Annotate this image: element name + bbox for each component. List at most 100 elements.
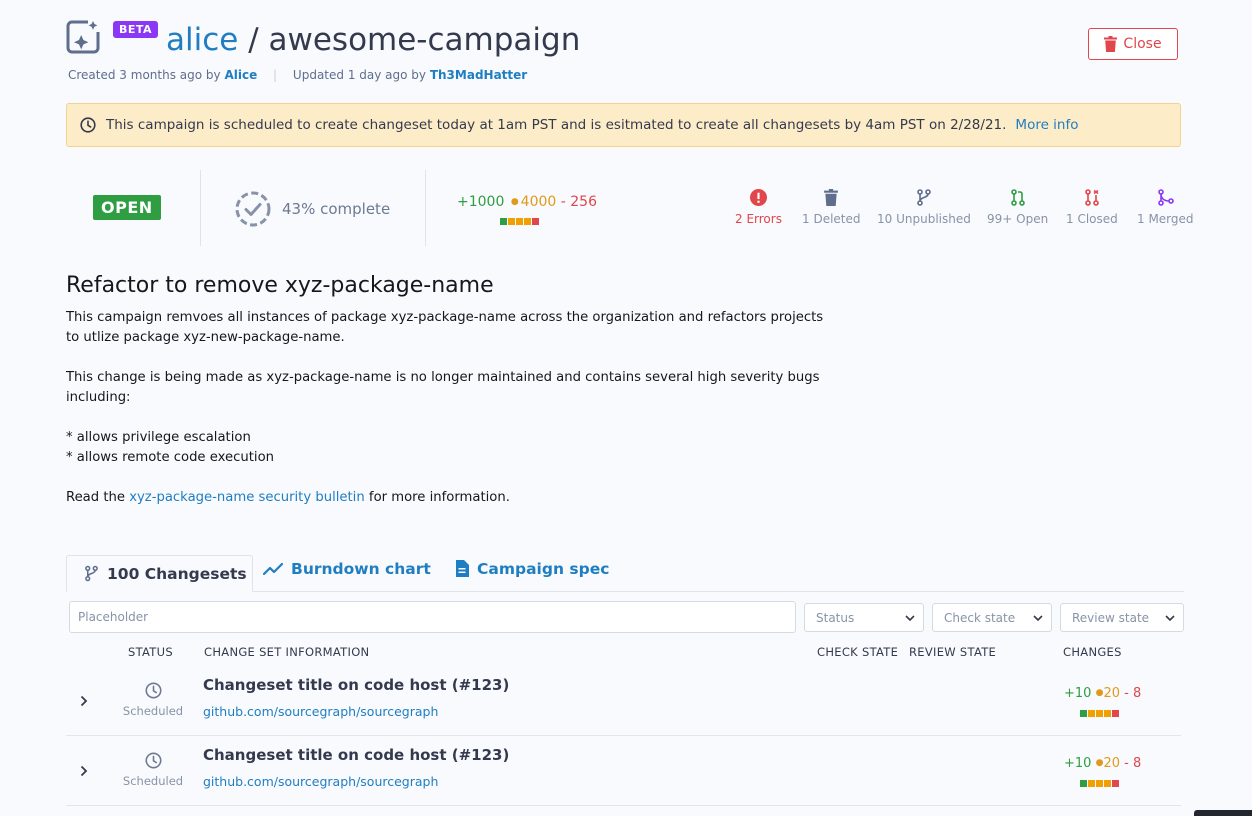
campaign-icon [66,18,102,54]
changeset-title-link[interactable]: Changeset title on code host (#123) [203,746,509,764]
tab-campaign-spec-label: Campaign spec [477,559,610,578]
description-paragraph: This campaign remvoes all instances of p… [66,310,824,345]
chevron-down-icon [905,614,915,621]
stat-closed[interactable]: 1 Closed [1066,189,1118,226]
close-campaign-button[interactable]: Close [1088,28,1178,60]
stat-open[interactable]: 99+ Open [987,189,1048,226]
row-status: Scheduled [116,682,190,718]
diff-bar-changed [1104,780,1111,787]
lines-added: +1000 [457,194,505,210]
column-header-status: STATUS [128,645,173,659]
diff-bar-changed [1096,710,1103,717]
progress-summary: 43% complete [234,190,390,228]
namespace-link[interactable]: alice [166,22,238,58]
diff-stat: +1000 ● 4000 - 256 [457,194,597,210]
stat-deleted[interactable]: 1 Deleted [802,189,861,226]
pull-request-open-icon [1010,189,1025,206]
stat-merged-label: 1 Merged [1137,212,1194,226]
git-branch-icon [917,189,931,206]
table-row: Scheduled Changeset title on code host (… [66,736,1181,806]
column-header-info: CHANGE SET INFORMATION [204,645,370,659]
trash-icon [824,189,839,206]
diff-bar [1080,710,1119,717]
diff-bar-changed [516,218,523,225]
expand-chevron-icon[interactable] [80,692,88,711]
campaign-meta: Created 3 months ago by Alice | Updated … [68,68,527,82]
stat-open-label: 99+ Open [987,212,1049,226]
changeset-search-input[interactable]: Placeholder [69,601,796,633]
clock-icon [144,752,162,769]
diff-bar-changed [524,218,531,225]
changeset-title-link[interactable]: Changeset title on code host (#123) [203,676,509,694]
review-state-select[interactable]: Review state [1060,603,1184,632]
schedule-banner: This campaign is scheduled to create cha… [66,103,1181,147]
lines-changed: 20 [1103,756,1120,771]
diff-bar [1080,780,1119,787]
security-bulletin-link[interactable]: xyz-package-name security bulletin [129,490,365,505]
row-diff-stat: +10 ●20 - 8 [1064,686,1141,701]
row-status: Scheduled [116,752,190,788]
campaign-name: awesome-campaign [268,22,581,58]
stat-merged[interactable]: 1 Merged [1137,189,1194,226]
lines-deleted: - 256 [560,194,597,210]
table-row: Scheduled Changeset title on code host (… [66,666,1181,736]
description-paragraph: Read the xyz-package-name security bulle… [66,488,826,508]
diff-bar-deleted [532,218,539,225]
divider [200,170,201,246]
stat-errors[interactable]: 2 Errors [735,189,782,226]
description-bullet: * allows privilege escalation [66,430,251,445]
repository-link[interactable]: github.com/sourcegraph/sourcegraph [203,774,438,789]
row-status-label: Scheduled [122,774,184,788]
diff-bar-changed [508,218,515,225]
updated-by-link[interactable]: Th3MadHatter [430,68,527,82]
diff-bar-changed [1104,710,1111,717]
campaign-description-title: Refactor to remove xyz-package-name [66,273,494,298]
status-select-label: Status [816,610,855,625]
diff-bar-deleted [1112,710,1119,717]
stat-deleted-label: 1 Deleted [802,212,861,226]
stat-errors-label: 2 Errors [735,212,782,226]
diff-bar-changed [1096,780,1103,787]
read-suffix: for more information. [368,490,510,505]
title-separator: / [238,22,269,58]
stat-unpublished[interactable]: 10 Unpublished [877,189,971,226]
file-icon [456,560,469,577]
repository-link[interactable]: github.com/sourcegraph/sourcegraph [203,704,438,719]
tab-burndown-label: Burndown chart [291,559,431,578]
clock-icon [144,682,162,699]
diff-bar-changed [1088,710,1095,717]
tab-changesets[interactable]: 100 Changesets [66,555,253,592]
diff-bar-added [1080,710,1087,717]
created-text: Created 3 months ago by [68,68,221,82]
description-paragraph: This change is being made as xyz-package… [66,370,820,405]
row-diff-stat: +10 ●20 - 8 [1064,756,1141,771]
created-by-link[interactable]: Alice [224,68,257,82]
trash-icon [1104,36,1118,52]
page-title: alice / awesome-campaign [166,20,580,60]
stat-closed-label: 1 Closed [1066,212,1118,226]
tab-changesets-label: 100 Changesets [107,564,247,583]
check-state-select[interactable]: Check state [932,603,1052,632]
check-state-label: Check state [944,610,1016,625]
divider [425,170,426,246]
meta-separator: | [273,68,278,82]
line-chart-icon [263,562,283,575]
stat-unpublished-label: 10 Unpublished [877,212,971,226]
tab-burndown-chart[interactable]: Burndown chart [263,550,431,587]
lines-deleted: - 8 [1124,756,1142,771]
banner-message: This campaign is scheduled to create cha… [106,117,1007,133]
more-info-link[interactable]: More info [1015,117,1078,133]
diff-bar-added [1080,780,1087,787]
lines-changed: 20 [1103,686,1120,701]
chevron-down-icon [1165,614,1175,621]
status-select[interactable]: Status [804,603,924,632]
campaign-state-badge: OPEN [93,195,161,220]
diff-bar-deleted [1112,780,1119,787]
beta-badge: BETA [113,21,159,38]
close-button-label: Close [1123,36,1162,52]
tab-campaign-spec[interactable]: Campaign spec [455,550,609,587]
updated-text: Updated 1 day ago by [292,68,426,82]
merge-icon [1157,189,1174,206]
progress-check-icon [235,191,271,227]
expand-chevron-icon[interactable] [80,762,88,781]
